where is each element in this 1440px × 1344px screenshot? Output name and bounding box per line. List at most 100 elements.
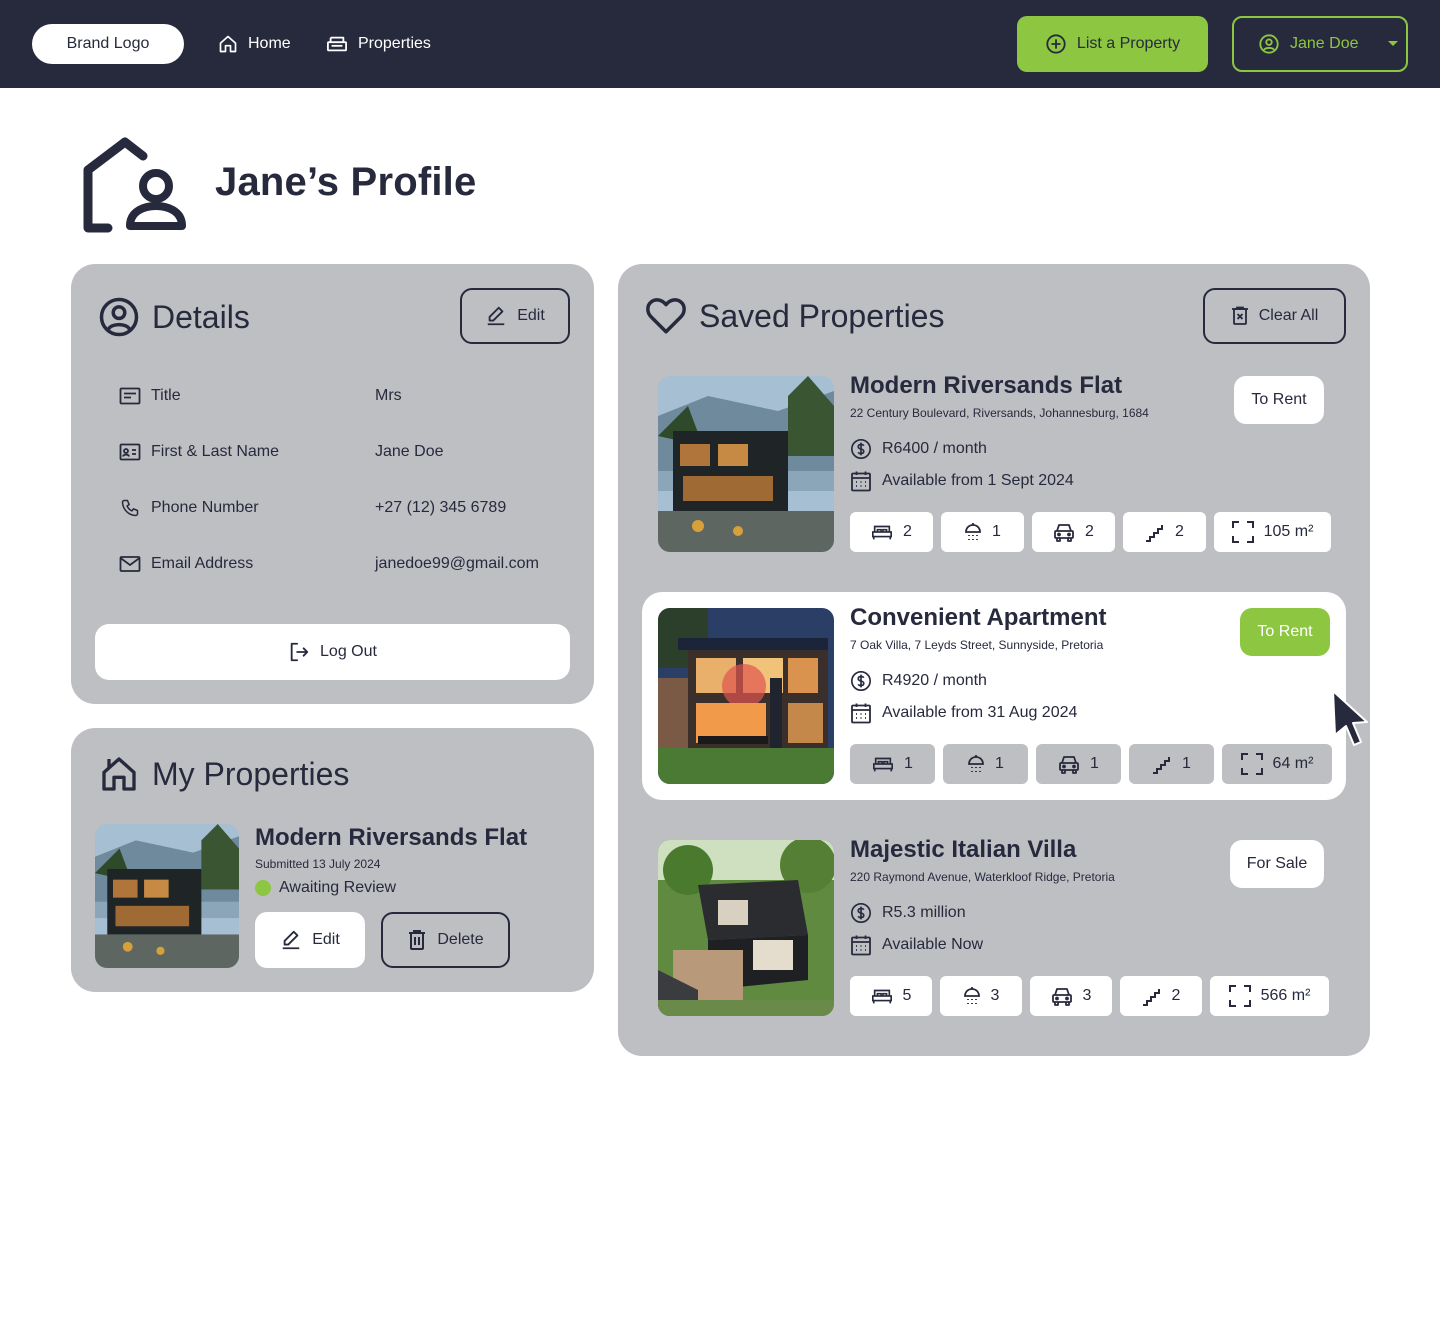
property-availability-label: Available from 1 Sept 2024	[882, 472, 1074, 489]
calendar-icon	[850, 470, 872, 492]
bed-icon	[871, 987, 893, 1005]
area-value: 105 m²	[1263, 523, 1314, 540]
dollar-icon	[850, 670, 872, 692]
my-property-submitted: Submitted 13 July 2024	[255, 857, 381, 871]
detail-row-phone: Phone Number +27 (12) 345 6789	[119, 496, 559, 520]
sofa-icon	[326, 34, 348, 54]
shower-icon	[967, 754, 985, 774]
listing-type-badge: For Sale	[1230, 840, 1324, 888]
bed-icon	[872, 755, 894, 773]
detail-row-email: Email Address janedoe99@gmail.com	[119, 552, 559, 576]
my-properties-panel: My Properties Modern Riversands Flat Sub…	[71, 728, 594, 992]
my-property-photo[interactable]	[95, 824, 239, 968]
my-property-status: Awaiting Review	[255, 879, 396, 897]
bedrooms-count: 5	[902, 987, 912, 1004]
property-price: R4920 / month	[850, 670, 987, 692]
home-icon	[218, 34, 238, 54]
nav-home-label: Home	[248, 35, 291, 52]
edit-property-label: Edit	[312, 931, 340, 948]
list-property-label: List a Property	[1076, 35, 1181, 52]
property-photo[interactable]	[658, 840, 834, 1016]
bedrooms-count: 1	[904, 755, 913, 772]
saved-heading: Saved Properties	[645, 296, 944, 336]
property-address: 7 Oak Villa, 7 Leyds Street, Sunnyside, …	[850, 638, 1104, 652]
car-icon	[1053, 522, 1075, 542]
saved-heading-label: Saved Properties	[699, 297, 945, 334]
pencil-icon	[485, 305, 507, 327]
property-title[interactable]: Convenient Apartment	[850, 604, 1106, 632]
dollar-icon	[850, 438, 872, 460]
dollar-icon	[850, 902, 872, 924]
my-property-title[interactable]: Modern Riversands Flat	[255, 824, 527, 852]
shower-icon	[964, 522, 982, 542]
property-price: R5.3 million	[850, 902, 966, 924]
floors-count: 2	[1175, 523, 1184, 540]
property-photo[interactable]	[658, 608, 834, 784]
user-circle-icon	[98, 296, 140, 338]
caret-down-icon	[1387, 40, 1399, 48]
property-availability: Available from 1 Sept 2024	[850, 470, 1074, 492]
edit-details-label: Edit	[517, 307, 545, 324]
delete-property-button[interactable]: Delete	[381, 912, 510, 968]
saved-property-card[interactable]: Majestic Italian Villa 220 Raymond Avenu…	[642, 824, 1346, 1032]
plus-circle-icon	[1045, 33, 1067, 55]
bedrooms-feature: 5	[850, 976, 932, 1016]
floors-count: 2	[1171, 987, 1181, 1004]
property-address: 220 Raymond Avenue, Waterkloof Ridge, Pr…	[850, 870, 1115, 884]
area-icon	[1231, 521, 1254, 543]
bathrooms-feature: 3	[940, 976, 1022, 1016]
list-property-button[interactable]: List a Property	[1017, 16, 1208, 72]
heart-icon	[645, 296, 687, 336]
floors-feature: 2	[1120, 976, 1202, 1016]
nav-properties-link[interactable]: Properties	[326, 30, 431, 58]
brand-logo[interactable]: Brand Logo	[32, 24, 184, 64]
area-icon	[1228, 985, 1251, 1007]
bathrooms-count: 1	[992, 523, 1001, 540]
area-value: 64 m²	[1272, 755, 1314, 772]
pencil-icon	[280, 929, 302, 951]
saved-properties-panel: Saved Properties Clear All Modern Rivers…	[618, 264, 1370, 1056]
area-feature: 64 m²	[1222, 744, 1332, 784]
bed-icon	[871, 523, 893, 541]
house-user-icon	[80, 136, 192, 234]
edit-details-button[interactable]: Edit	[460, 288, 570, 344]
saved-property-card[interactable]: Convenient Apartment 7 Oak Villa, 7 Leyd…	[642, 592, 1346, 800]
home-icon	[98, 754, 140, 794]
clear-all-button[interactable]: Clear All	[1203, 288, 1346, 344]
details-heading-label: Details	[152, 298, 250, 335]
property-title[interactable]: Modern Riversands Flat	[850, 372, 1122, 400]
property-price-label: R6400 / month	[882, 440, 987, 457]
nav-home-link[interactable]: Home	[218, 30, 291, 58]
garages-count: 3	[1082, 987, 1092, 1004]
property-price: R6400 / month	[850, 438, 987, 460]
user-circle-icon	[1258, 33, 1280, 55]
property-availability: Available from 31 Aug 2024	[850, 702, 1077, 724]
edit-property-button[interactable]: Edit	[255, 912, 365, 968]
property-photo[interactable]	[658, 376, 834, 552]
mail-icon	[119, 555, 141, 573]
bathrooms-count: 3	[990, 987, 1000, 1004]
garages-feature: 1	[1036, 744, 1121, 784]
logout-icon	[288, 641, 310, 663]
floors-count: 1	[1182, 755, 1191, 772]
trash-icon	[407, 929, 427, 951]
detail-value-name: Jane Doe	[375, 443, 444, 460]
detail-label-phone: Phone Number	[151, 499, 259, 516]
car-icon	[1058, 754, 1080, 774]
user-name-label: Jane Doe	[1290, 35, 1359, 52]
area-value: 566 m²	[1260, 987, 1311, 1004]
delete-property-label: Delete	[437, 931, 484, 948]
bedrooms-feature: 2	[850, 512, 933, 552]
detail-row-name: First & Last Name Jane Doe	[119, 440, 559, 464]
area-feature: 105 m²	[1214, 512, 1331, 552]
floors-feature: 2	[1123, 512, 1206, 552]
property-title[interactable]: Majestic Italian Villa	[850, 836, 1076, 864]
saved-property-card[interactable]: Modern Riversands Flat 22 Century Boulev…	[642, 360, 1346, 568]
detail-label-name: First & Last Name	[151, 443, 280, 460]
logout-button[interactable]: Log Out	[95, 624, 570, 680]
floors-feature: 1	[1129, 744, 1214, 784]
user-menu-button[interactable]: Jane Doe	[1232, 16, 1408, 72]
stairs-icon	[1152, 754, 1172, 774]
property-features: 5 3 3 2 566 m²	[850, 976, 1329, 1016]
detail-value-title: Mrs	[375, 387, 402, 404]
